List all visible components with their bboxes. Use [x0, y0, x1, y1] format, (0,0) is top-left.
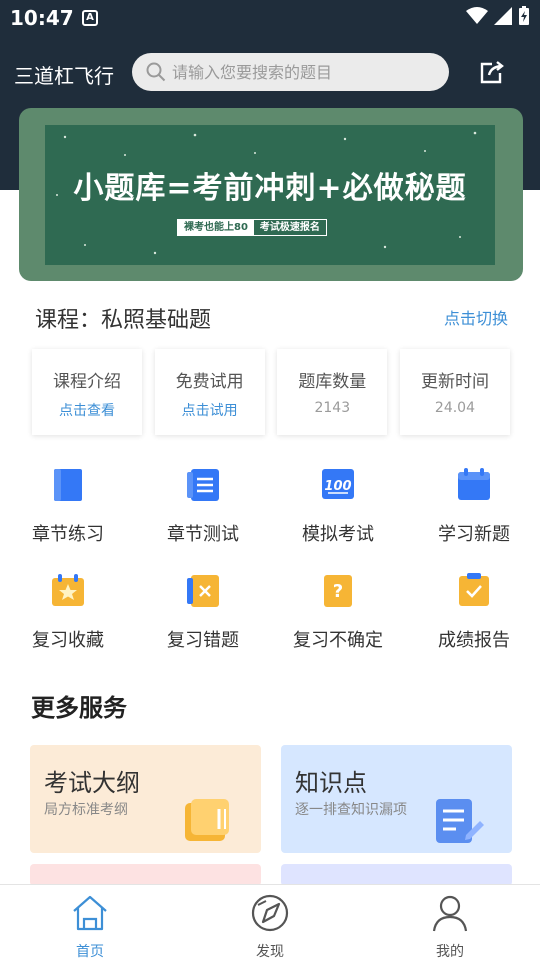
search-input[interactable]: [172, 62, 432, 82]
feature-label: 成绩报告: [438, 630, 510, 651]
nav-label: 发现: [256, 944, 284, 960]
promo-banner[interactable]: 小题库=考前冲刺+必做秘题 裸考也能上80 考试极速报名: [19, 108, 523, 281]
signal-icon: [494, 7, 512, 25]
feature-label: 复习不确定: [293, 630, 383, 651]
search-bar[interactable]: [132, 53, 449, 91]
feature-review-wrong[interactable]: 复习错题: [143, 572, 263, 652]
course-title: 课程：私照基础题: [35, 308, 212, 333]
score-100-icon: 100: [322, 469, 354, 499]
service-exam-syllabus[interactable]: 考试大纲 局方标准考纲: [30, 745, 261, 853]
svg-text:100: 100: [324, 479, 351, 494]
info-card-updated: 更新时间 24.04: [399, 349, 510, 435]
battery-icon: [519, 6, 529, 25]
search-icon: [146, 62, 166, 82]
feature-label: 复习收藏: [32, 630, 104, 651]
info-card-value: 2143: [314, 400, 351, 416]
info-card-value: 点击试用: [181, 403, 238, 419]
question-icon: ?: [324, 575, 352, 607]
info-card-value: 点击查看: [59, 403, 115, 419]
course-switch-link[interactable]: 点击切换: [444, 305, 508, 329]
book-icon: [54, 469, 82, 501]
service-title: 知识点: [295, 769, 367, 797]
info-card-label: 题库数量: [298, 372, 367, 392]
bottom-nav: 首页 发现 我的: [0, 884, 540, 960]
nav-label: 我的: [436, 944, 464, 960]
service-card-partial[interactable]: [281, 864, 512, 886]
compass-icon: [251, 894, 289, 932]
banner-tag: 裸考也能上80 考试极速报名: [177, 219, 327, 236]
star-calendar-icon: [52, 574, 84, 606]
feature-score-report[interactable]: 成绩报告: [414, 572, 534, 652]
app-header: 三道杠飞行: [0, 48, 540, 98]
info-card-trial[interactable]: 免费试用 点击试用: [154, 349, 265, 435]
course-info-cards: 课程介绍 点击查看 免费试用 点击试用 题库数量 2143 更新时间 24.04: [32, 349, 510, 435]
feature-mock-exam[interactable]: 100 模拟考试: [278, 466, 398, 546]
info-card-label: 更新时间: [420, 372, 489, 392]
nav-discover[interactable]: 发现: [220, 893, 320, 960]
home-icon: [73, 895, 107, 931]
list-icon: [187, 469, 219, 501]
feature-new-questions[interactable]: 学习新题: [414, 466, 534, 546]
banner-tag-right: 考试极速报名: [259, 222, 320, 233]
status-time: 10:47: [10, 6, 74, 30]
notes-icon: [436, 799, 484, 843]
status-bar: 10:47 A: [0, 0, 540, 36]
share-icon[interactable]: [478, 58, 506, 86]
feature-review-favorites[interactable]: 复习收藏: [8, 572, 128, 652]
books-icon: [185, 799, 229, 841]
feature-label: 章节测试: [167, 524, 239, 545]
wifi-icon: [466, 7, 488, 24]
user-icon: [432, 895, 468, 932]
info-card-label: 免费试用: [175, 372, 244, 392]
feature-label: 学习新题: [438, 524, 510, 545]
feature-chapter-test[interactable]: 章节测试: [143, 466, 263, 546]
nav-profile[interactable]: 我的: [400, 893, 500, 960]
feature-label: 复习错题: [167, 630, 239, 651]
feature-chapter-practice[interactable]: 章节练习: [8, 466, 128, 546]
more-services-title: 更多服务: [31, 694, 127, 722]
service-knowledge-points[interactable]: 知识点 逐一排查知识漏项: [281, 745, 512, 853]
service-title: 考试大纲: [44, 769, 140, 797]
info-card-intro[interactable]: 课程介绍 点击查看: [32, 349, 142, 435]
banner-title: 小题库=考前冲刺+必做秘题: [73, 171, 467, 206]
nav-label: 首页: [76, 944, 104, 960]
check-clipboard-icon: [459, 573, 489, 606]
banner-tag-left: 裸考也能上80: [178, 220, 254, 235]
service-subtitle: 局方标准考纲: [44, 802, 128, 818]
wrong-book-icon: [187, 575, 219, 607]
notification-icon: A: [82, 10, 98, 26]
banner-board: 小题库=考前冲刺+必做秘题 裸考也能上80 考试极速报名: [45, 125, 495, 265]
info-card-label: 课程介绍: [53, 372, 121, 392]
info-card-value: 24.04: [434, 400, 476, 416]
svg-text:?: ?: [333, 581, 343, 602]
service-card-partial[interactable]: [30, 864, 261, 886]
calendar-icon: [458, 468, 490, 500]
service-subtitle: 逐一排查知识漏项: [295, 802, 407, 818]
app-title: 三道杠飞行: [14, 64, 114, 88]
feature-label: 章节练习: [32, 524, 104, 545]
nav-home[interactable]: 首页: [40, 893, 140, 960]
feature-label: 模拟考试: [302, 524, 374, 545]
info-card-count: 题库数量 2143: [277, 349, 388, 435]
status-indicators: [466, 6, 530, 26]
feature-review-uncertain[interactable]: ? 复习不确定: [278, 572, 398, 652]
